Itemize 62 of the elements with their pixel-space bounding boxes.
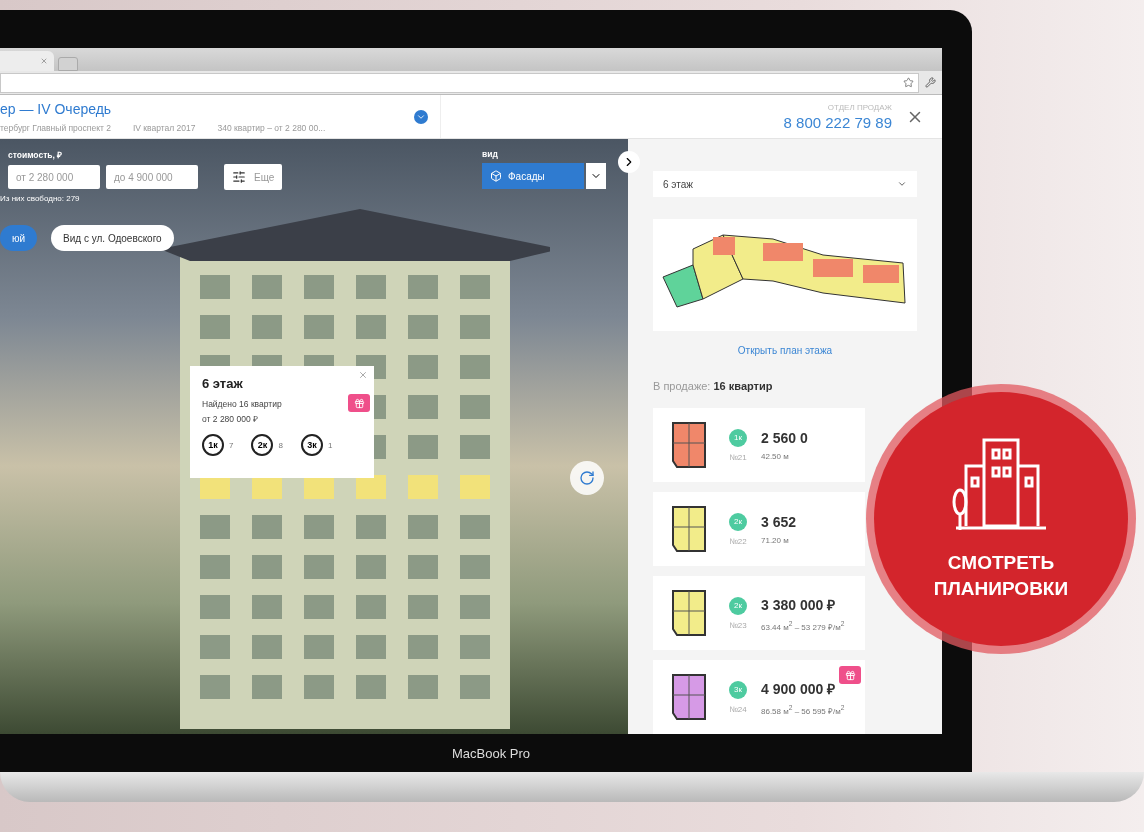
- price-label: стоимость, ₽: [8, 149, 64, 161]
- room-type-badge: 1к: [729, 428, 747, 447]
- floor-select[interactable]: 6 этаж: [653, 171, 917, 198]
- price-from-text: от 2 280 000 ₽: [202, 413, 258, 425]
- room-count: 1: [327, 440, 333, 450]
- expand-button[interactable]: [414, 109, 428, 124]
- phone-number[interactable]: 8 800 222 79 89: [783, 113, 892, 131]
- address-text: тербург Главный проспект 2: [0, 122, 111, 133]
- apartment-price: 3 380 000 ₽: [761, 595, 837, 614]
- view-tab[interactable]: юй: [0, 225, 38, 252]
- apartment-area: 86.58 м$^{2}$ – 56 595 ₽/м$^{2}$: [761, 703, 845, 716]
- on-sale-text: В продаже: 16 квартир: [653, 380, 774, 393]
- apartment-area: 42.50 м: [761, 451, 808, 461]
- collapse-panel-button[interactable]: [618, 151, 640, 174]
- rotate-button[interactable]: [570, 461, 604, 496]
- laptop-label: MacBook Pro: [450, 745, 530, 761]
- cube-icon: [490, 170, 502, 183]
- view-select[interactable]: Фасады: [482, 163, 584, 190]
- gift-icon: [353, 397, 365, 409]
- room-type-badge: 2к: [729, 512, 747, 531]
- room-count: 8: [278, 440, 283, 450]
- gift-icon: [844, 669, 856, 681]
- sales-label: ОТДЕЛ ПРОДАЖ: [827, 102, 892, 112]
- view-dropdown-button[interactable]: [586, 163, 606, 190]
- apartment-price: 2 560 0: [761, 429, 808, 446]
- wrench-icon[interactable]: [925, 77, 936, 89]
- room-type-badge[interactable]: 3к: [300, 434, 323, 457]
- apartment-price: 3 652: [761, 513, 797, 530]
- promo-text: СМОТРЕТЬ ПЛАНИРОВКИ: [933, 551, 1069, 601]
- project-title: ер — IV Очередь: [0, 100, 113, 117]
- room-count: 7: [229, 440, 234, 450]
- apartment-price: 4 900 000 ₽: [761, 679, 837, 698]
- apartment-card[interactable]: 2к №22 3 652 71.20 м: [653, 492, 865, 567]
- floor-title: 6 этаж: [202, 376, 244, 392]
- apartment-card[interactable]: 2к №23 3 380 000 ₽ 63.44 м$^{2}$ – 53 279 ₽/м$^{2}$: [653, 576, 865, 651]
- apartment-number: №24: [729, 704, 747, 714]
- star-icon[interactable]: [903, 77, 914, 89]
- rotate-icon: [579, 470, 595, 487]
- new-tab-button[interactable]: [58, 57, 78, 72]
- found-text: Найдено 16 квартир: [202, 399, 282, 410]
- apartment-number: №23: [729, 620, 747, 630]
- view-label: вид: [482, 149, 499, 160]
- room-type-badge: 2к: [729, 596, 747, 615]
- open-floor-plan-link[interactable]: Открыть план этажа: [737, 345, 833, 357]
- room-type-badge: 3к: [729, 680, 747, 699]
- apartment-area: 71.20 м: [761, 535, 797, 545]
- room-type-badge[interactable]: 2к: [251, 434, 274, 457]
- sliders-icon: [232, 170, 246, 185]
- address-field[interactable]: [0, 72, 919, 93]
- summary-text: 340 квартир – от 2 280 00...: [217, 122, 326, 133]
- apartment-card[interactable]: 1к №21 2 560 0 42.50 м: [653, 408, 865, 483]
- price-to-field[interactable]: до 4 900 000: [106, 165, 198, 190]
- close-icon[interactable]: [40, 57, 48, 66]
- room-type-badge[interactable]: 1к: [202, 434, 224, 457]
- apartment-card[interactable]: 3к №24 4 900 000 ₽ 86.58 м$^{2}$ – 56 595 ₽/м$^{2}$: [653, 660, 865, 735]
- apartment-area: 63.44 м$^{2}$ – 53 279 ₽/м$^{2}$: [761, 619, 845, 632]
- price-from-field[interactable]: от 2 280 000: [8, 165, 100, 190]
- free-count-text: Из них свободно: 279: [0, 194, 81, 204]
- apartment-number: №21: [729, 452, 747, 462]
- view-tab[interactable]: Вид с ул. Одоевского: [51, 225, 174, 252]
- apartment-number: №22: [729, 536, 747, 546]
- deadline-text: IV квартал 2017: [132, 122, 196, 133]
